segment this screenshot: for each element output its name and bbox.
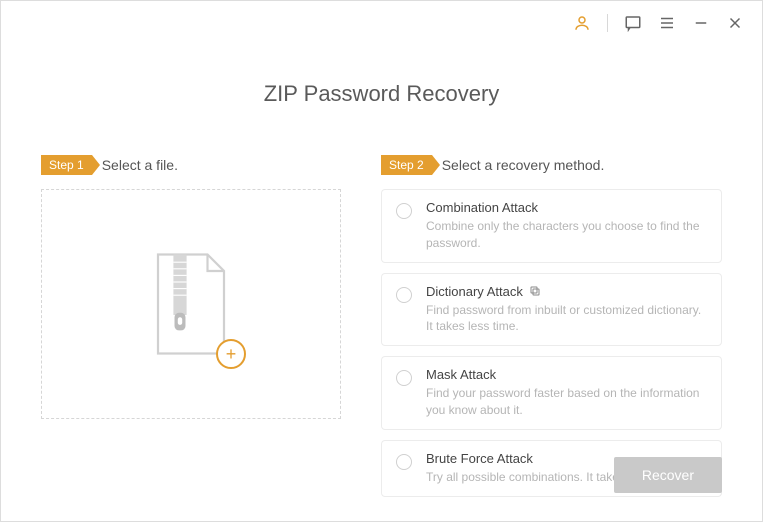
radio-icon: [396, 370, 412, 386]
step2-panel: Step 2 Select a recovery method. Combina…: [381, 155, 722, 497]
recover-button[interactable]: Recover: [614, 457, 722, 493]
method-mask[interactable]: Mask Attack Find your password faster ba…: [381, 356, 722, 430]
method-desc: Combine only the characters you choose t…: [426, 218, 707, 252]
step1-tag: Step 1: [41, 155, 92, 175]
menu-icon[interactable]: [658, 14, 676, 32]
step1-panel: Step 1 Select a file. +: [41, 155, 341, 497]
user-icon[interactable]: [573, 14, 591, 32]
separator: [607, 14, 608, 32]
step2-tag: Step 2: [381, 155, 432, 175]
step2-label: Select a recovery method.: [442, 157, 605, 173]
file-dropzone[interactable]: +: [41, 189, 341, 419]
method-title: Mask Attack: [426, 367, 707, 382]
method-title: Dictionary Attack: [426, 284, 707, 299]
method-desc: Find password from inbuilt or customized…: [426, 302, 707, 336]
radio-icon: [396, 287, 412, 303]
zip-file-icon: +: [146, 249, 236, 359]
titlebar: [1, 1, 762, 45]
method-desc: Find your password faster based on the i…: [426, 385, 707, 419]
radio-icon: [396, 454, 412, 470]
add-file-icon: +: [216, 339, 246, 369]
radio-icon: [396, 203, 412, 219]
feedback-icon[interactable]: [624, 14, 642, 32]
method-combination[interactable]: Combination Attack Combine only the char…: [381, 189, 722, 263]
method-title-text: Dictionary Attack: [426, 284, 523, 299]
minimize-icon[interactable]: [692, 14, 710, 32]
method-dictionary[interactable]: Dictionary Attack Find password from inb…: [381, 273, 722, 347]
step1-label: Select a file.: [102, 157, 178, 173]
method-title: Combination Attack: [426, 200, 707, 215]
page-title: ZIP Password Recovery: [1, 81, 762, 107]
dictionary-settings-icon[interactable]: [529, 285, 541, 297]
close-icon[interactable]: [726, 14, 744, 32]
